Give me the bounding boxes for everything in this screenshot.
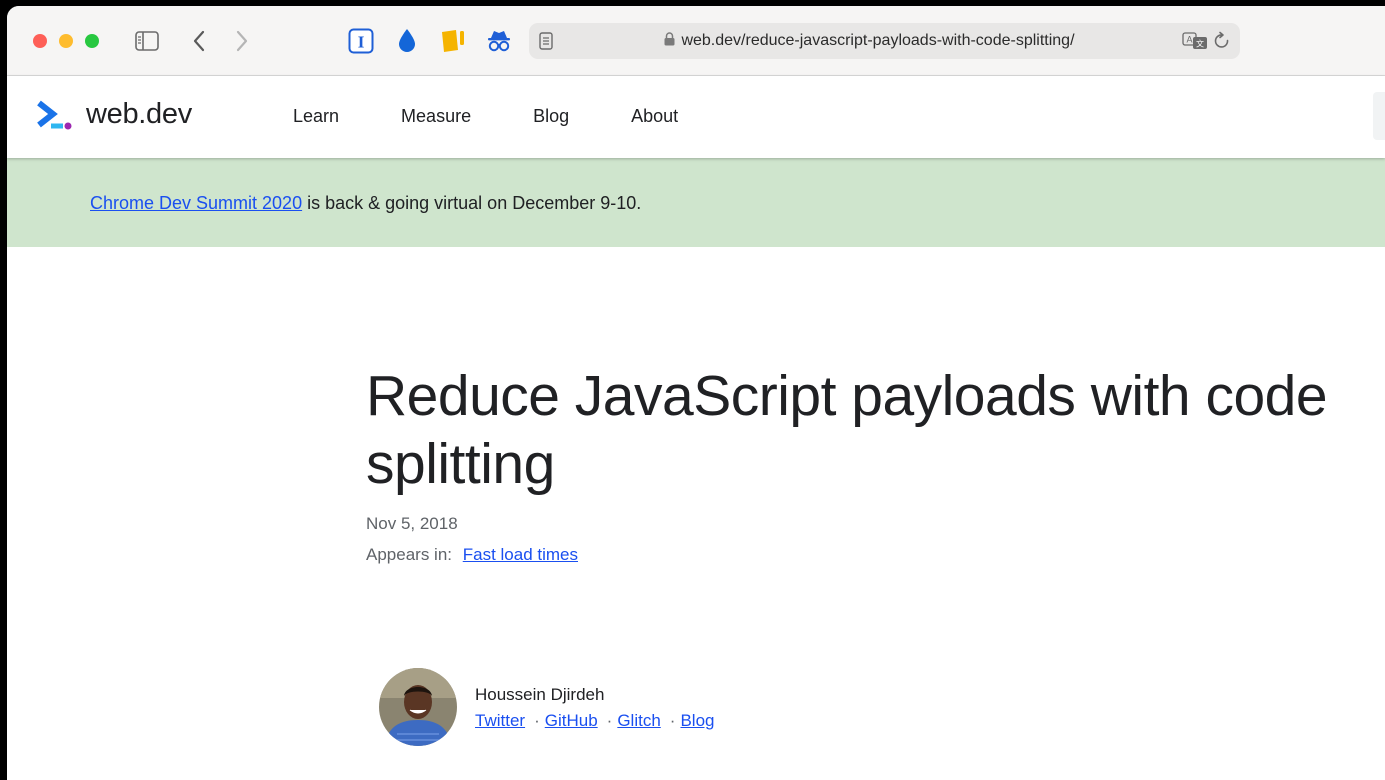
nav-blog[interactable]: Blog bbox=[533, 106, 569, 127]
notes-icon[interactable] bbox=[439, 28, 467, 54]
nav-learn[interactable]: Learn bbox=[293, 106, 339, 127]
url-display[interactable]: web.dev/reduce-javascript-payloads-with-… bbox=[529, 23, 1240, 59]
nav-measure[interactable]: Measure bbox=[401, 106, 471, 127]
avatar bbox=[379, 668, 457, 746]
appears-in: Appears in: Fast load times bbox=[366, 545, 578, 565]
minimize-window-button[interactable] bbox=[59, 34, 73, 48]
sidebar-icon[interactable] bbox=[134, 28, 160, 54]
site-header: web.dev Learn Measure Blog About bbox=[7, 76, 1385, 158]
appears-in-link[interactable]: Fast load times bbox=[463, 545, 578, 564]
link-separator: · bbox=[669, 711, 676, 730]
lock-icon bbox=[664, 32, 675, 51]
spy-icon[interactable] bbox=[485, 28, 513, 54]
svg-text:I: I bbox=[358, 33, 365, 52]
announcement-banner: Chrome Dev Summit 2020 is back & going v… bbox=[7, 158, 1385, 247]
banner-message: is back & going virtual on December 9-10… bbox=[302, 193, 642, 213]
author-twitter-link[interactable]: Twitter bbox=[475, 711, 525, 730]
drop-icon[interactable] bbox=[395, 28, 419, 54]
site-logo[interactable]: web.dev bbox=[36, 98, 192, 131]
address-bar[interactable]: web.dev/reduce-javascript-payloads-with-… bbox=[529, 23, 1240, 59]
translate-icon[interactable]: A文 bbox=[1182, 32, 1208, 55]
zoom-window-button[interactable] bbox=[85, 34, 99, 48]
author-glitch-link[interactable]: Glitch bbox=[617, 711, 660, 730]
link-separator: · bbox=[534, 711, 540, 730]
nav-about[interactable]: About bbox=[631, 106, 678, 127]
logo-text: web.dev bbox=[86, 98, 192, 130]
banner-link[interactable]: Chrome Dev Summit 2020 bbox=[90, 193, 302, 213]
page-title: Reduce JavaScript payloads with code spl… bbox=[366, 364, 1328, 496]
forward-icon[interactable] bbox=[231, 28, 253, 54]
webdev-logo-icon bbox=[37, 100, 72, 129]
main-nav: Learn Measure Blog About bbox=[293, 106, 740, 127]
browser-window: I web.dev/reduce-javascript-payloads-wit… bbox=[7, 6, 1385, 780]
search-box[interactable] bbox=[1373, 92, 1385, 140]
close-window-button[interactable] bbox=[33, 34, 47, 48]
link-separator: · bbox=[606, 711, 613, 730]
appears-in-label: Appears in: bbox=[366, 545, 452, 564]
banner-text: Chrome Dev Summit 2020 is back & going v… bbox=[90, 193, 641, 214]
author-links: Twitter · GitHub · Glitch · Blog bbox=[475, 711, 715, 731]
svg-text:文: 文 bbox=[1196, 39, 1204, 49]
svg-text:A: A bbox=[1186, 35, 1192, 45]
author-blog-link[interactable]: Blog bbox=[680, 711, 714, 730]
browser-toolbar: I web.dev/reduce-javascript-payloads-wit… bbox=[7, 6, 1385, 76]
back-icon[interactable] bbox=[188, 28, 210, 54]
reload-icon[interactable] bbox=[1213, 31, 1231, 56]
instapaper-icon[interactable]: I bbox=[347, 28, 375, 54]
publish-date: Nov 5, 2018 bbox=[366, 514, 458, 533]
author-name: Houssein Djirdeh bbox=[475, 685, 605, 704]
author-github-link[interactable]: GitHub bbox=[545, 711, 598, 730]
url-text: web.dev/reduce-javascript-payloads-with-… bbox=[681, 32, 1075, 49]
